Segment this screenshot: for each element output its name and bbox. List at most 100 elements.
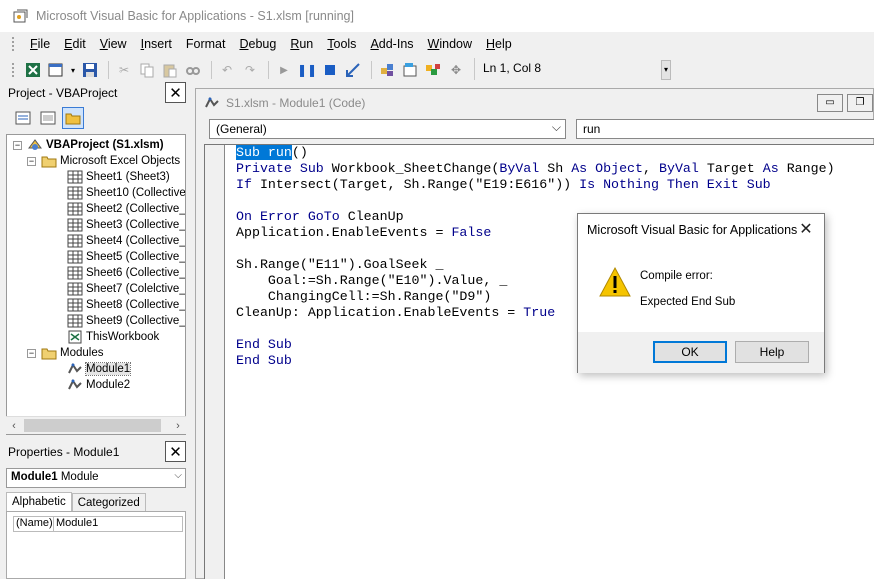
- scroll-thumb[interactable]: [24, 419, 161, 432]
- menu-bar: File Edit View Insert Format Debug Run Tools Add…: [0, 32, 874, 56]
- project-explorer-icon[interactable]: [377, 60, 397, 80]
- property-value[interactable]: Module1: [54, 517, 98, 531]
- copy-icon[interactable]: [137, 60, 157, 80]
- tree-item[interactable]: − Modules: [27, 345, 103, 361]
- menu-item-help[interactable]: Help: [479, 37, 519, 51]
- code-line[interactable]: Private Sub Workbook_SheetChange(ByVal S…: [236, 161, 835, 177]
- tree-item-label: Module2: [86, 379, 131, 391]
- cut-icon[interactable]: ✂: [114, 60, 134, 80]
- tab-alphabetic[interactable]: Alphabetic: [6, 492, 72, 512]
- view-code-icon[interactable]: [12, 107, 34, 129]
- code-line[interactable]: Sub run(): [236, 145, 835, 161]
- paste-icon[interactable]: [160, 60, 180, 80]
- tree-item[interactable]: Module2: [67, 377, 130, 393]
- menu-item-view[interactable]: View: [93, 37, 134, 51]
- menu-item-debug[interactable]: Debug: [232, 37, 283, 51]
- collapse-icon[interactable]: −: [13, 140, 22, 150]
- design-mode-icon[interactable]: [343, 60, 363, 80]
- tree-item[interactable]: ThisWorkbook: [67, 329, 159, 345]
- code-token: Workbook_SheetChange(: [331, 161, 500, 176]
- code-keyword: On Error GoTo: [236, 209, 348, 224]
- menu-item-run[interactable]: Run: [283, 37, 320, 51]
- close-icon[interactable]: ✕: [165, 82, 186, 103]
- toolbar-separator: [371, 61, 372, 79]
- project-tree: − VBAProject (S1.xlsm) − Microsoft Excel Ob…: [6, 134, 186, 435]
- tree-item-label: Sheet7 (Colelctive_6: [86, 283, 186, 295]
- undo-icon[interactable]: ↶: [217, 60, 237, 80]
- project-horizontal-scrollbar[interactable]: ‹ ›: [6, 416, 186, 434]
- redo-icon[interactable]: ↷: [240, 60, 260, 80]
- property-row[interactable]: (Name) Module1: [13, 516, 183, 532]
- help-button[interactable]: Help: [735, 341, 809, 363]
- tree-item[interactable]: Sheet9 (Collective_8: [67, 313, 186, 329]
- tree-item[interactable]: Module1: [67, 361, 132, 377]
- code-token: ChangingCell:=Sh.Range("D9"): [236, 289, 492, 304]
- close-icon[interactable]: ✕: [796, 220, 816, 240]
- error-title: Compile error:: [640, 270, 713, 282]
- object-browser-icon[interactable]: [423, 60, 443, 80]
- save-icon[interactable]: [80, 60, 100, 80]
- toolbox-icon[interactable]: ✥: [446, 60, 466, 80]
- find-icon[interactable]: [183, 60, 203, 80]
- object-combo[interactable]: (General) ⌵: [209, 119, 566, 139]
- tree-item[interactable]: − VBAProject (S1.xlsm): [13, 137, 164, 153]
- chevron-down-icon[interactable]: ▾: [69, 60, 77, 80]
- code-line[interactable]: If Intersect(Target, Sh.Range("E19:E616"…: [236, 177, 835, 193]
- collapse-icon[interactable]: −: [27, 156, 36, 166]
- toggle-folders-icon[interactable]: [62, 106, 84, 129]
- collapse-icon[interactable]: −: [27, 348, 36, 358]
- tree-item[interactable]: Sheet7 (Colelctive_6: [67, 281, 186, 297]
- minimize-icon[interactable]: ▭: [817, 94, 843, 112]
- scroll-right-icon[interactable]: ›: [170, 417, 186, 435]
- close-icon[interactable]: ✕: [165, 441, 186, 462]
- scroll-left-icon[interactable]: ‹: [6, 417, 22, 435]
- code-line[interactable]: [236, 193, 835, 209]
- run-icon[interactable]: ▶: [274, 60, 294, 80]
- sheet-icon: [67, 298, 86, 312]
- tree-item[interactable]: Sheet4 (Collective_4: [67, 233, 185, 249]
- margin-indicator-bar[interactable]: [205, 145, 225, 579]
- excel-icon[interactable]: [23, 60, 43, 80]
- dialog-title: Microsoft Visual Basic for Applications: [587, 223, 798, 237]
- tree-item[interactable]: Sheet6 (Collective_6: [67, 265, 185, 281]
- tree-item[interactable]: Sheet5 (Collective_5: [67, 249, 185, 265]
- menu-item-addins[interactable]: Add-Ins: [363, 37, 420, 51]
- properties-title: Properties - Module1: [8, 444, 120, 459]
- menu-item-tools[interactable]: Tools: [320, 37, 363, 51]
- menu-item-edit[interactable]: Edit: [57, 37, 93, 51]
- tree-item[interactable]: Sheet10 (Collective_: [67, 185, 185, 201]
- properties-grid: (Name) Module1: [6, 511, 186, 579]
- code-token: Sh.Range("E11").GoalSeek _: [236, 257, 444, 272]
- tree-item-label: Sheet9 (Collective_8: [86, 315, 186, 327]
- chevron-down-icon: ⌵: [174, 470, 182, 481]
- sheet-icon: [67, 234, 86, 248]
- properties-object-select[interactable]: Module1 Module ⌵: [6, 468, 186, 488]
- break-icon[interactable]: ❚❚: [297, 60, 317, 80]
- menu-item-insert[interactable]: Insert: [134, 37, 179, 51]
- menu-item-format[interactable]: Format: [179, 37, 233, 51]
- tree-item[interactable]: − Microsoft Excel Objects: [27, 153, 180, 169]
- tree-item[interactable]: Sheet2 (Collective_2: [67, 201, 185, 217]
- code-token: CleanUp: Application.EnableEvents =: [236, 305, 524, 320]
- maximize-icon[interactable]: ❐: [847, 94, 873, 112]
- tree-item[interactable]: Sheet1 (Sheet3): [67, 169, 170, 185]
- ok-button[interactable]: OK: [653, 341, 727, 363]
- properties-icon[interactable]: [400, 60, 420, 80]
- menu-item-window[interactable]: Window: [421, 37, 479, 51]
- object-combo-value: (General): [216, 122, 267, 136]
- folder-icon: [41, 346, 60, 360]
- code-window-titlebar: S1.xlsm - Module1 (Code) ▭ ❐: [196, 89, 873, 117]
- procedure-combo[interactable]: run: [576, 119, 874, 139]
- menu-item-file[interactable]: File: [23, 37, 57, 51]
- reset-icon[interactable]: [320, 60, 340, 80]
- tab-categorized[interactable]: Categorized: [71, 493, 146, 512]
- menu-grip[interactable]: [11, 36, 15, 52]
- view-object-icon[interactable]: [37, 107, 59, 129]
- tree-item-label: Sheet8 (Collective_7: [86, 299, 186, 311]
- toolbar-grip[interactable]: [11, 62, 15, 78]
- toolbar-options-icon[interactable]: ▾: [661, 60, 671, 80]
- insert-userform-icon[interactable]: [46, 60, 66, 80]
- dialog-footer: OK Help: [578, 332, 824, 373]
- tree-item[interactable]: Sheet3 (Collective_3: [67, 217, 185, 233]
- tree-item[interactable]: Sheet8 (Collective_7: [67, 297, 186, 313]
